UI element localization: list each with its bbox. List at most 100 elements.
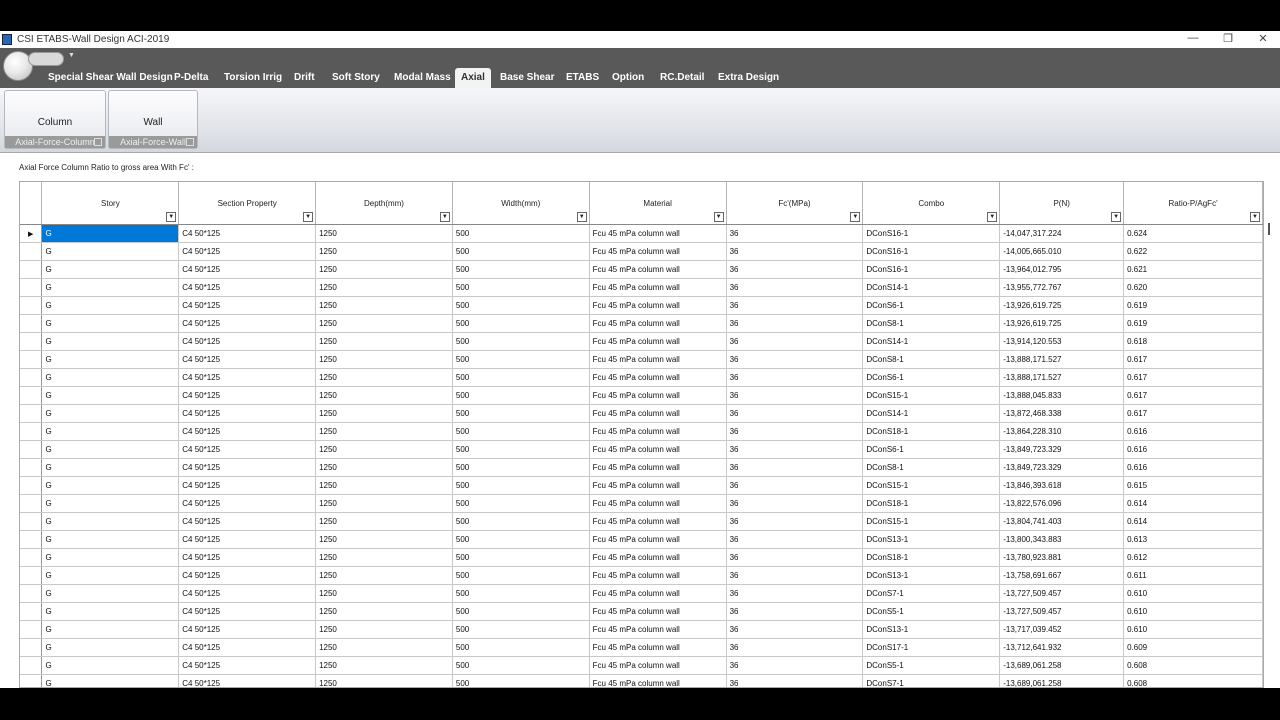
table-cell[interactable]: DConS18-1	[862, 548, 1001, 567]
column-header[interactable]: Story ▼	[41, 182, 180, 225]
filter-dropdown-icon[interactable]: ▼	[303, 212, 314, 222]
tab-base-shear[interactable]: Base Shear	[500, 68, 554, 88]
table-cell[interactable]: 0.610	[1123, 584, 1263, 603]
row-header[interactable]	[20, 656, 43, 675]
table-cell[interactable]: C4 50*125	[178, 278, 317, 297]
table-cell[interactable]: 500	[452, 476, 590, 495]
table-cell[interactable]: 36	[726, 278, 864, 297]
row-header[interactable]	[20, 602, 43, 621]
table-row[interactable]: G C4 50*125 1250 500 Fcu 45 mPa column wall 3…	[20, 656, 1263, 675]
table-row[interactable]: G C4 50*125 1250 500 Fcu 45 mPa column wall 3…	[20, 260, 1263, 279]
table-cell[interactable]: 500	[452, 278, 590, 297]
table-cell[interactable]: 36	[726, 314, 864, 333]
table-cell[interactable]: -13,727,509.457	[999, 602, 1125, 621]
table-row[interactable]: G C4 50*125 1250 500 Fcu 45 mPa column wall 3…	[20, 638, 1263, 657]
table-cell[interactable]: G	[41, 494, 180, 513]
table-cell[interactable]: Fcu 45 mPa column wall	[589, 332, 727, 351]
table-cell[interactable]: -13,849,723.329	[999, 440, 1125, 459]
row-header[interactable]	[20, 260, 43, 279]
table-cell[interactable]: 1250	[315, 404, 453, 423]
table-row[interactable]: G C4 50*125 1250 500 Fcu 45 mPa column wall 3…	[20, 386, 1263, 405]
table-cell[interactable]: 36	[726, 656, 864, 675]
table-cell[interactable]: 500	[452, 404, 590, 423]
tab-special-shear-wall-design[interactable]: Special Shear Wall Design	[48, 68, 173, 88]
table-cell[interactable]: C4 50*125	[178, 314, 317, 333]
table-cell[interactable]: C4 50*125	[178, 494, 317, 513]
table-cell[interactable]: 500	[452, 566, 590, 585]
table-cell[interactable]: 0.617	[1123, 386, 1263, 405]
row-header[interactable]	[20, 620, 43, 639]
table-cell[interactable]: 1250	[315, 242, 453, 261]
table-cell[interactable]: 500	[452, 350, 590, 369]
row-header[interactable]	[20, 368, 43, 387]
table-row[interactable]: G C4 50*125 1250 500 Fcu 45 mPa column wall 3…	[20, 368, 1263, 387]
table-cell[interactable]: Fcu 45 mPa column wall	[589, 638, 727, 657]
table-cell[interactable]: G	[41, 548, 180, 567]
column-button[interactable]: Column	[5, 117, 105, 128]
table-row[interactable]: G C4 50*125 1250 500 Fcu 45 mPa column wall 3…	[20, 278, 1263, 297]
table-cell[interactable]: G	[41, 278, 180, 297]
table-cell[interactable]: 36	[726, 620, 864, 639]
table-cell[interactable]: Fcu 45 mPa column wall	[589, 476, 727, 495]
table-cell[interactable]: C4 50*125	[178, 404, 317, 423]
table-cell[interactable]: Fcu 45 mPa column wall	[589, 584, 727, 603]
table-cell[interactable]: Fcu 45 mPa column wall	[589, 440, 727, 459]
table-cell[interactable]: C4 50*125	[178, 602, 317, 621]
table-cell[interactable]: 500	[452, 242, 590, 261]
table-cell[interactable]: 1250	[315, 422, 453, 441]
table-cell[interactable]: -13,849,723.329	[999, 458, 1125, 477]
table-cell[interactable]: Fcu 45 mPa column wall	[589, 602, 727, 621]
tab-drift[interactable]: Drift	[294, 68, 315, 88]
row-header[interactable]	[20, 458, 43, 477]
table-cell[interactable]: 36	[726, 566, 864, 585]
table-cell[interactable]: DConS8-1	[862, 350, 1001, 369]
table-cell[interactable]: 1250	[315, 260, 453, 279]
table-cell[interactable]: C4 50*125	[178, 584, 317, 603]
row-header[interactable]	[20, 440, 43, 459]
table-cell[interactable]: DConS15-1	[862, 476, 1001, 495]
table-cell[interactable]: -14,047,317.224	[999, 224, 1125, 243]
table-row[interactable]: G C4 50*125 1250 500 Fcu 45 mPa column wall 3…	[20, 494, 1263, 513]
table-cell[interactable]: 36	[726, 548, 864, 567]
minimize-button[interactable]: —	[1178, 32, 1208, 44]
table-cell[interactable]: 1250	[315, 368, 453, 387]
tab-rc-detail[interactable]: RC.Detail	[660, 68, 704, 88]
table-cell[interactable]: -13,926,619.725	[999, 296, 1125, 315]
tab-soft-story[interactable]: Soft Story	[332, 68, 380, 88]
row-header[interactable]	[20, 494, 43, 513]
table-row[interactable]: G C4 50*125 1250 500 Fcu 45 mPa column wall 3…	[20, 314, 1263, 333]
table-cell[interactable]: -13,689,061.258	[999, 674, 1125, 687]
table-row[interactable]: G C4 50*125 1250 500 Fcu 45 mPa column wall 3…	[20, 296, 1263, 315]
current-row-indicator-icon[interactable]: ▶	[20, 224, 43, 243]
table-cell[interactable]: 36	[726, 512, 864, 531]
close-button[interactable]: ✕	[1248, 32, 1278, 45]
column-header[interactable]: Fc'(MPa) ▼	[726, 182, 864, 225]
table-cell[interactable]: C4 50*125	[178, 674, 317, 687]
row-header[interactable]	[20, 296, 43, 315]
dialog-launcher-icon[interactable]	[94, 138, 102, 146]
table-cell[interactable]: 500	[452, 314, 590, 333]
table-cell[interactable]: -13,914,120.553	[999, 332, 1125, 351]
table-cell[interactable]: 500	[452, 422, 590, 441]
table-row[interactable]: G C4 50*125 1250 500 Fcu 45 mPa column wall 3…	[20, 512, 1263, 531]
row-header[interactable]	[20, 332, 43, 351]
table-cell[interactable]: DConS16-1	[862, 224, 1001, 243]
table-cell[interactable]: DConS13-1	[862, 566, 1001, 585]
table-cell[interactable]: Fcu 45 mPa column wall	[589, 530, 727, 549]
table-cell[interactable]: 36	[726, 332, 864, 351]
table-cell[interactable]: C4 50*125	[178, 350, 317, 369]
table-cell[interactable]: C4 50*125	[178, 566, 317, 585]
table-cell[interactable]: 1250	[315, 458, 453, 477]
table-cell[interactable]: DConS8-1	[862, 314, 1001, 333]
table-cell[interactable]: C4 50*125	[178, 530, 317, 549]
table-cell[interactable]: C4 50*125	[178, 224, 317, 243]
filter-dropdown-icon[interactable]: ▼	[576, 212, 587, 222]
table-cell[interactable]: C4 50*125	[178, 242, 317, 261]
tab-etabs[interactable]: ETABS	[566, 68, 599, 88]
table-cell[interactable]: 1250	[315, 332, 453, 351]
table-cell[interactable]: 500	[452, 602, 590, 621]
table-cell[interactable]: 1250	[315, 674, 453, 687]
table-cell[interactable]: 1250	[315, 494, 453, 513]
table-cell[interactable]: 1250	[315, 620, 453, 639]
column-header[interactable]: Ratio-P/AgFc' ▼	[1123, 182, 1263, 225]
